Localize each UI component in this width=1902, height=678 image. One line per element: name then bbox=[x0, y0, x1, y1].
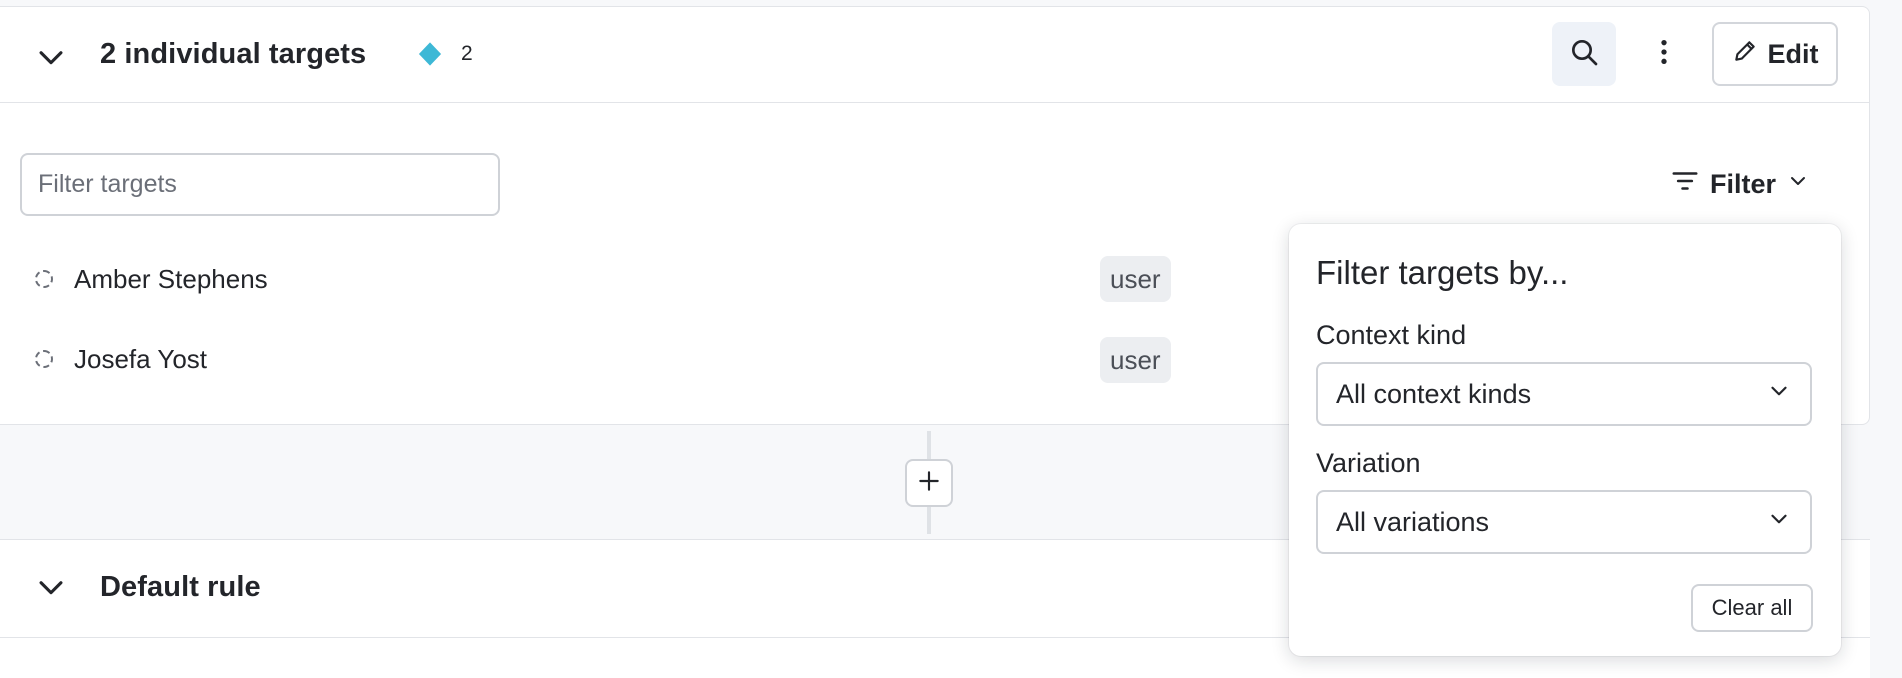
edit-button[interactable]: Edit bbox=[1712, 22, 1838, 86]
targets-count: 2 bbox=[461, 42, 473, 65]
target-row[interactable]: Josefa Yost bbox=[35, 339, 1185, 379]
context-kind-value: All context kinds bbox=[1336, 378, 1532, 409]
target-row[interactable]: Amber Stephens bbox=[35, 259, 1185, 299]
variation-value: All variations bbox=[1336, 506, 1490, 537]
clear-all-button[interactable]: Clear all bbox=[1691, 584, 1813, 632]
chevron-down-icon bbox=[1766, 378, 1792, 411]
search-icon bbox=[1568, 36, 1600, 73]
search-button[interactable] bbox=[1552, 22, 1616, 86]
chevron-down-icon bbox=[1786, 169, 1810, 200]
status-ring-icon bbox=[35, 270, 53, 288]
targets-section-title: 2 individual targets bbox=[100, 38, 367, 70]
more-vertical-icon bbox=[1648, 36, 1680, 73]
variation-select[interactable]: All variations bbox=[1316, 490, 1812, 554]
pencil-icon bbox=[1732, 38, 1758, 71]
collapse-default-rule-chevron-icon[interactable] bbox=[34, 570, 68, 604]
more-options-button[interactable] bbox=[1632, 22, 1696, 86]
diamond-icon bbox=[416, 40, 444, 68]
context-kind-label: Context kind bbox=[1316, 320, 1467, 350]
default-rule-title: Default rule bbox=[100, 571, 261, 603]
target-name: Amber Stephens bbox=[74, 263, 268, 294]
filter-label: Filter bbox=[1710, 168, 1777, 199]
filter-targets-input[interactable] bbox=[20, 153, 500, 216]
variation-label: Variation bbox=[1316, 448, 1421, 478]
target-name: Josefa Yost bbox=[74, 343, 207, 374]
context-kind-select[interactable]: All context kinds bbox=[1316, 362, 1812, 426]
collapse-targets-chevron-icon[interactable] bbox=[34, 40, 68, 74]
context-kind-badge: user bbox=[1100, 256, 1171, 302]
context-kind-badge: user bbox=[1100, 337, 1171, 383]
status-ring-icon bbox=[35, 350, 53, 368]
chevron-down-icon bbox=[1766, 506, 1792, 539]
edit-label: Edit bbox=[1767, 38, 1819, 69]
filter-dropdown-button[interactable]: Filter bbox=[1670, 162, 1820, 206]
connector-line-top bbox=[927, 431, 931, 459]
add-rule-button[interactable] bbox=[905, 459, 953, 507]
plus-icon bbox=[916, 468, 942, 499]
filter-popover-title: Filter targets by... bbox=[1316, 254, 1569, 291]
connector-line-bottom bbox=[927, 507, 931, 534]
filter-lines-icon bbox=[1670, 166, 1700, 203]
